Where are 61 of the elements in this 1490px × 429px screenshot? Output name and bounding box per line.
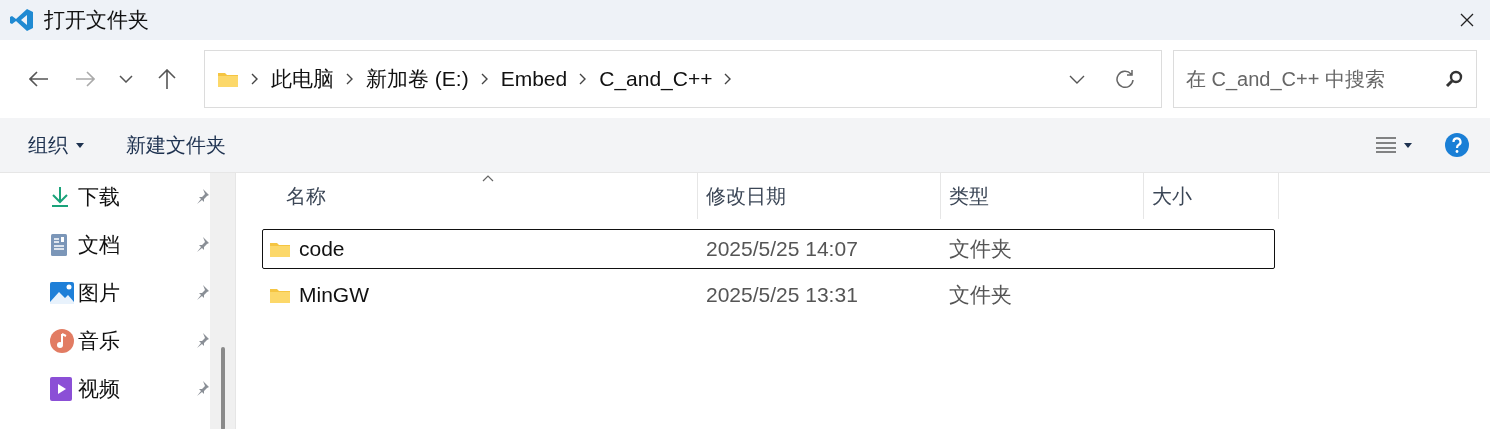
- window-title: 打开文件夹: [44, 7, 150, 33]
- chevron-icon: [251, 73, 259, 85]
- search-icon: [1445, 70, 1463, 88]
- file-row[interactable]: code 2025/5/25 14:07 文件夹: [262, 229, 1275, 269]
- pin-icon: [194, 331, 210, 348]
- sidebar-item[interactable]: 视频: [50, 365, 210, 413]
- file-row[interactable]: MinGW 2025/5/25 13:31 文件夹: [262, 275, 1275, 315]
- breadcrumb[interactable]: C_and_C++: [599, 67, 713, 91]
- caret-icon: [1404, 142, 1412, 148]
- modified-date: 2025/5/25 13:31: [705, 283, 859, 307]
- music-icon: [50, 329, 74, 353]
- folder-icon: [269, 240, 291, 258]
- pin-icon: [194, 235, 210, 252]
- search-field[interactable]: 在 C_and_C++ 中搜索: [1173, 50, 1477, 108]
- column-header[interactable]: 名称: [262, 173, 698, 219]
- list-view-icon: [1376, 137, 1396, 153]
- scrollbar[interactable]: [210, 173, 235, 429]
- file-type: 文件夹: [948, 282, 1013, 308]
- sidebar-item[interactable]: 音乐: [50, 317, 210, 365]
- arrow-up-icon: [158, 69, 176, 89]
- column-header[interactable]: 修改日期: [698, 173, 941, 219]
- new-folder-button[interactable]: 新建文件夹: [116, 127, 236, 163]
- chevron-icon: [724, 73, 733, 85]
- pin-icon: [194, 187, 210, 204]
- video-icon: [50, 377, 72, 401]
- pin-icon: [194, 283, 210, 300]
- pin-icon: [194, 379, 210, 396]
- file-name: MinGW: [299, 283, 369, 307]
- chevron-down-icon: [119, 75, 133, 83]
- folder-icon: [217, 70, 239, 88]
- document-icon: [50, 233, 68, 257]
- file-type: 文件夹: [948, 236, 1013, 262]
- close-icon: [1459, 12, 1475, 28]
- chevron-icon: [480, 73, 489, 85]
- chevron-down-icon: [1069, 74, 1085, 84]
- caret-icon: [76, 142, 84, 148]
- modified-date: 2025/5/25 14:07: [705, 237, 859, 261]
- breadcrumb[interactable]: 此电脑: [271, 65, 334, 93]
- download-icon: [50, 186, 70, 208]
- chevron-icon: [346, 73, 354, 85]
- breadcrumb[interactable]: Embed: [500, 67, 568, 91]
- address-bar[interactable]: 此电脑 新加卷 (E:) Embed C_and_C++: [204, 50, 1162, 108]
- organize-menu[interactable]: 组织: [18, 127, 94, 163]
- app-logo-icon: [10, 8, 34, 32]
- sidebar-item[interactable]: 下载: [50, 173, 210, 221]
- scrollbar-thumb[interactable]: [220, 347, 225, 429]
- refresh-icon: [1115, 69, 1135, 89]
- file-name: code: [299, 237, 345, 261]
- help-icon: [1444, 132, 1470, 158]
- sort-ascending-icon: [482, 175, 494, 182]
- column-header[interactable]: 大小: [1144, 173, 1279, 219]
- sidebar-item[interactable]: 图片: [50, 269, 210, 317]
- arrow-right-icon: [75, 71, 95, 87]
- chevron-icon: [579, 73, 588, 85]
- column-header[interactable]: 类型: [941, 173, 1144, 219]
- picture-icon: [50, 282, 74, 304]
- help-button[interactable]: [1444, 132, 1470, 158]
- arrow-left-icon: [29, 71, 49, 87]
- folder-icon: [269, 286, 291, 304]
- sidebar-item[interactable]: 文档: [50, 221, 210, 269]
- breadcrumb[interactable]: 新加卷 (E:): [366, 65, 469, 93]
